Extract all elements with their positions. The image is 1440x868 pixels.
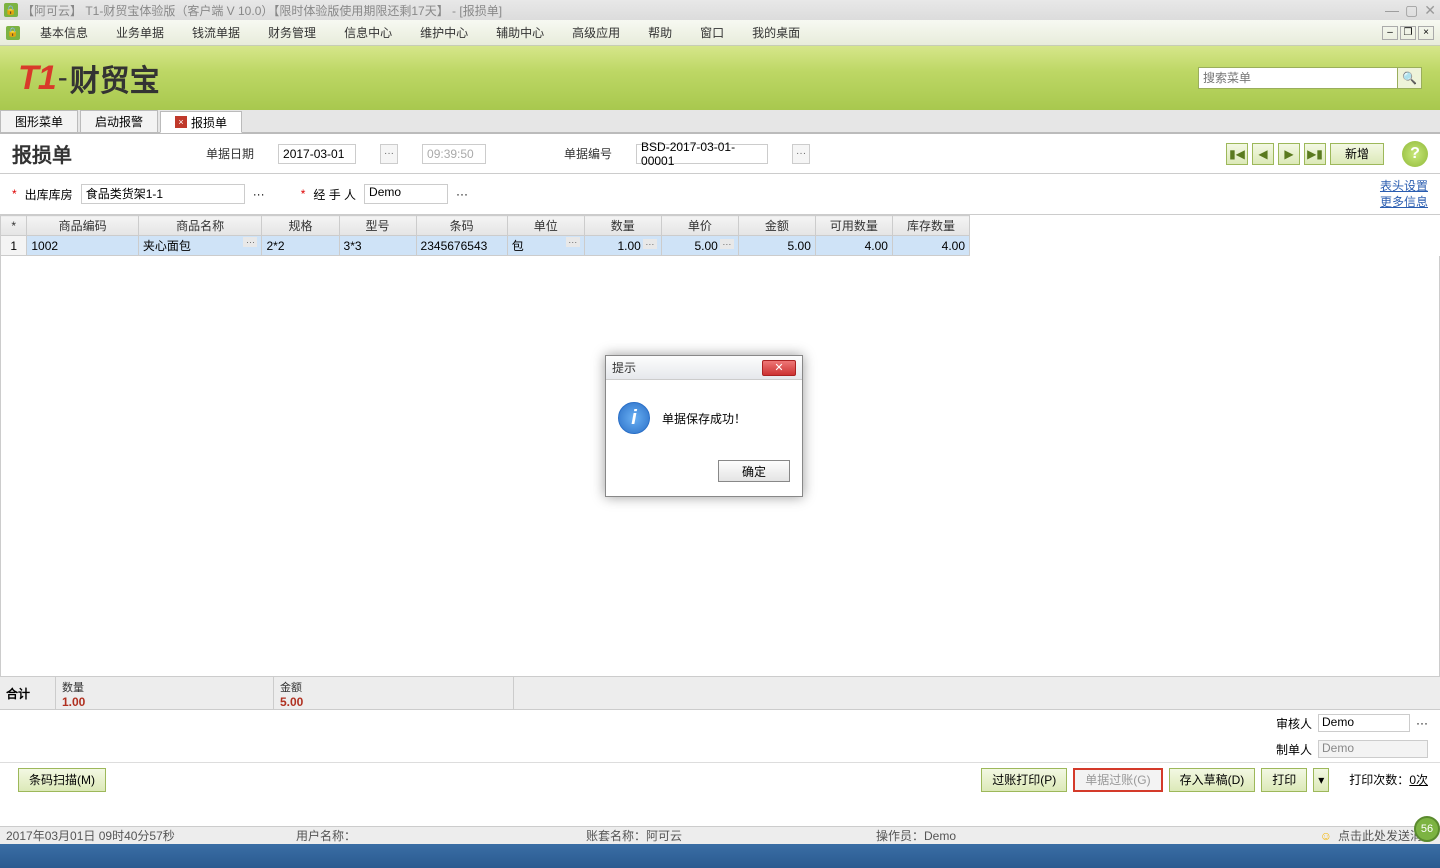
dialog-title: 提示 (612, 359, 762, 376)
info-dialog: 提示 ✕ i 单据保存成功！ 确定 (605, 355, 803, 497)
dialog-close-button[interactable]: ✕ (762, 360, 796, 376)
info-icon: i (618, 402, 650, 434)
dialog-message: 单据保存成功！ (662, 410, 746, 427)
modal-overlay: 提示 ✕ i 单据保存成功！ 确定 (0, 0, 1440, 868)
dialog-ok-button[interactable]: 确定 (718, 460, 790, 482)
